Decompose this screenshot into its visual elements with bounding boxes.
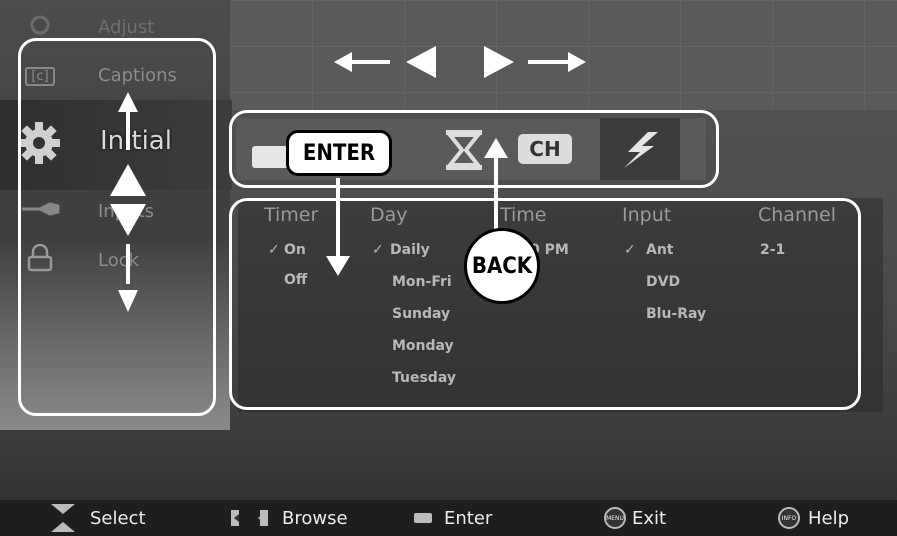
back-badge: BACK [464, 228, 540, 304]
tv-menu-screen: Adjust [c] Captions Initial Inputs [0, 0, 897, 536]
enter-badge: ENTER [286, 130, 392, 176]
navigation-arrows-overlay [110, 46, 586, 312]
